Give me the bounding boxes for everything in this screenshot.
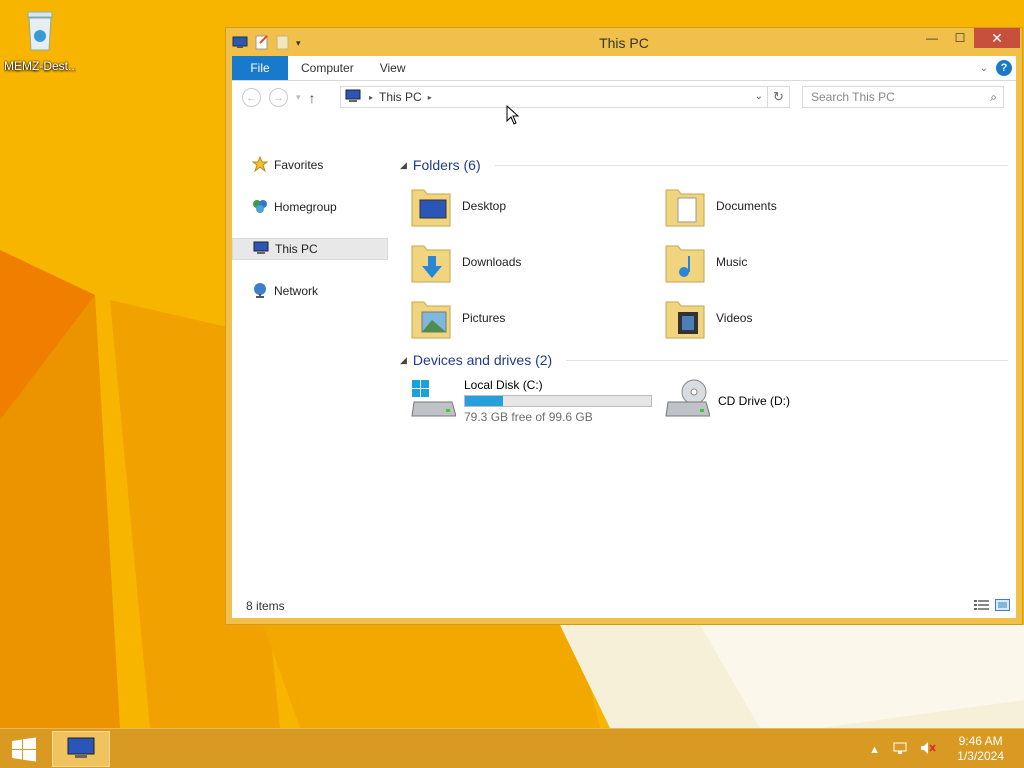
computer-icon	[253, 241, 269, 258]
clock-time: 9:46 AM	[958, 734, 1003, 748]
homegroup-icon	[252, 198, 268, 217]
back-button[interactable]: ←	[242, 88, 261, 107]
recent-locations-icon[interactable]: ▾	[296, 92, 301, 103]
nav-item-label: Network	[274, 284, 319, 298]
folder-music[interactable]: Music	[664, 236, 904, 288]
search-box[interactable]: Search This PC ⌕	[802, 86, 1004, 108]
window-controls: — ☐ ✕	[918, 28, 1020, 48]
drive-free-space: 79.3 GB free of 99.6 GB	[464, 410, 593, 424]
nav-item-homegroup[interactable]: Homegroup	[232, 196, 388, 218]
desktop-icon-label: MEMZ-Dest...	[4, 59, 76, 73]
mouse-cursor-icon	[506, 104, 520, 128]
start-button[interactable]	[8, 736, 40, 764]
folder-desktop[interactable]: Desktop	[410, 180, 650, 232]
taskbar-file-explorer[interactable]	[52, 731, 110, 767]
nav-item-label: Homegroup	[274, 200, 337, 214]
help-button[interactable]: ?	[996, 60, 1012, 76]
nav-item-label: This PC	[275, 242, 318, 256]
show-hidden-icons-icon[interactable]: ▲	[869, 744, 880, 756]
items-count: 8 items	[246, 599, 285, 613]
pictures-folder-icon	[410, 294, 452, 343]
close-button[interactable]: ✕	[974, 28, 1020, 48]
window-client: File Computer View ⌄ ? ← → ▾ ↑ ▸ This PC…	[232, 56, 1016, 618]
folder-name: Desktop	[462, 199, 507, 213]
group-header-drives[interactable]: ◢ Devices and drives (2)	[400, 351, 1008, 369]
address-bar[interactable]: ▸ This PC ▸ ⌄ ↻	[340, 86, 790, 108]
breadcrumb-separator-icon[interactable]: ▸	[369, 93, 373, 102]
nav-item-network[interactable]: Network	[232, 280, 388, 302]
drive-name: Local Disk (C:)	[464, 378, 543, 392]
tab-file[interactable]: File	[232, 56, 288, 80]
cd-drive-icon	[664, 378, 711, 425]
title-bar[interactable]: ▾ This PC — ☐ ✕	[226, 28, 1022, 56]
folder-documents[interactable]: Documents	[664, 180, 904, 232]
navigation-buttons: ← → ▾ ↑	[242, 88, 316, 107]
search-input[interactable]: Search This PC	[811, 90, 895, 104]
folder-name: Downloads	[462, 255, 522, 269]
folder-name: Videos	[716, 311, 753, 325]
desktop-icon-recycle-bin[interactable]: MEMZ-Dest...	[4, 6, 76, 73]
drive-cd-d[interactable]: CD Drive (D:)	[664, 376, 914, 426]
group-header-folders[interactable]: ◢ Folders (6)	[400, 156, 1008, 174]
up-button[interactable]: ↑	[309, 90, 316, 106]
folder-downloads[interactable]: Downloads	[410, 236, 650, 288]
expand-ribbon-icon[interactable]: ⌄	[980, 63, 988, 74]
drive-name: CD Drive (D:)	[718, 394, 790, 408]
breadcrumb-separator-icon[interactable]: ▸	[428, 93, 432, 102]
local-disk-icon	[410, 378, 457, 425]
disk-usage-bar	[464, 395, 652, 407]
address-dropdown-icon[interactable]: ⌄	[755, 91, 763, 102]
system-tray: ▲	[869, 741, 936, 758]
tab-view[interactable]: View	[367, 56, 419, 80]
clock[interactable]: 9:46 AM 1/3/2024	[957, 734, 1004, 764]
search-icon[interactable]: ⌕	[990, 90, 997, 105]
group-title: Folders (6)	[412, 157, 481, 173]
star-icon	[251, 155, 269, 175]
group-title: Devices and drives (2)	[412, 352, 553, 368]
computer-icon	[345, 89, 363, 106]
drive-local-disk-c[interactable]: Local Disk (C:) 79.3 GB free of 99.6 GB	[410, 376, 660, 426]
window-title: This PC	[599, 35, 649, 51]
large-icons-view-icon[interactable]	[995, 599, 1010, 611]
desktop-folder-icon	[410, 182, 452, 231]
nav-item-this-pc[interactable]: This PC	[232, 238, 388, 260]
folder-pictures[interactable]: Pictures	[410, 292, 650, 344]
explorer-window: ▾ This PC — ☐ ✕ File Computer View ⌄ ? ←…	[225, 27, 1023, 625]
clock-date: 1/3/2024	[957, 749, 1004, 763]
ribbon: File Computer View ⌄ ?	[232, 56, 1016, 81]
breadcrumb-this-pc[interactable]: This PC	[379, 90, 422, 104]
status-bar: 8 items	[232, 594, 1016, 618]
recycle-bin-icon	[22, 11, 58, 57]
downloads-folder-icon	[410, 238, 452, 287]
folder-name: Music	[716, 255, 748, 269]
music-folder-icon	[664, 238, 706, 287]
refresh-button[interactable]: ↻	[767, 87, 789, 107]
network-icon	[252, 282, 268, 301]
folder-videos[interactable]: Videos	[664, 292, 904, 344]
collapse-icon[interactable]: ◢	[400, 160, 407, 171]
folder-name: Documents	[716, 199, 777, 213]
collapse-icon[interactable]: ◢	[400, 355, 407, 366]
tab-computer[interactable]: Computer	[288, 56, 367, 80]
address-toolbar: ← → ▾ ↑ ▸ This PC ▸ ⌄ ↻ Search This PC ⌕	[232, 81, 1016, 111]
disk-usage-fill	[465, 396, 503, 406]
taskbar: ▲ 9:46 AM 1/3/2024	[0, 728, 1024, 768]
documents-folder-icon	[664, 182, 706, 231]
nav-item-favorites[interactable]: Favorites	[232, 154, 388, 176]
forward-button[interactable]: →	[269, 88, 288, 107]
minimize-button[interactable]: —	[918, 28, 946, 48]
folder-name: Pictures	[462, 311, 506, 325]
nav-item-label: Favorites	[274, 158, 324, 172]
network-status-icon[interactable]	[892, 741, 908, 758]
computer-icon	[65, 736, 97, 763]
videos-folder-icon	[664, 294, 706, 343]
volume-muted-icon[interactable]	[920, 741, 936, 758]
content-pane: ◢ Folders (6) Desktop Documents Download…	[400, 140, 1016, 594]
details-view-icon[interactable]	[974, 599, 989, 611]
navigation-pane: Favorites Homegroup This PC Network	[232, 140, 390, 594]
maximize-button[interactable]: ☐	[946, 28, 974, 48]
